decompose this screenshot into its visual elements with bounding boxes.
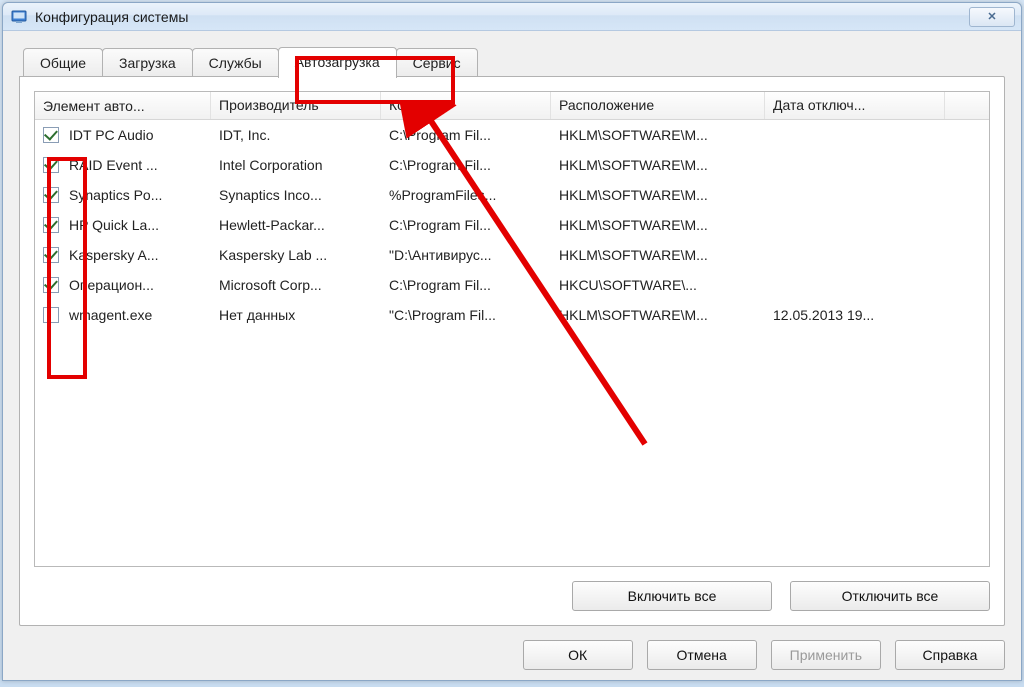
row-checkbox[interactable] (43, 157, 59, 173)
cell-item: RAID Event ... (35, 157, 211, 173)
cell-item-text: HP Quick La... (69, 217, 159, 233)
disable-all-button[interactable]: Отключить все (790, 581, 990, 611)
cell-cmd: C:\Program Fil... (381, 127, 551, 143)
cell-item: IDT PC Audio (35, 127, 211, 143)
close-icon: ✕ (987, 10, 996, 23)
tab-tools[interactable]: Сервис (396, 48, 478, 77)
help-button[interactable]: Справка (895, 640, 1005, 670)
cell-item-text: wmagent.exe (69, 307, 152, 323)
cell-item-text: RAID Event ... (69, 157, 158, 173)
close-button[interactable]: ✕ (969, 7, 1015, 27)
cell-loc: HKCU\SOFTWARE\... (551, 277, 765, 293)
cell-loc: HKLM\SOFTWARE\M... (551, 307, 765, 323)
tab-boot[interactable]: Загрузка (102, 48, 193, 77)
listview-rows: IDT PC AudioIDT, Inc.C:\Program Fil...HK… (35, 120, 989, 566)
row-checkbox[interactable] (43, 187, 59, 203)
row-checkbox[interactable] (43, 307, 59, 323)
cell-vendor: Microsoft Corp... (211, 277, 381, 293)
table-row[interactable]: RAID Event ... Intel CorporationC:\Progra… (35, 150, 989, 180)
cell-cmd: C:\Program Fil... (381, 157, 551, 173)
tab-services[interactable]: Службы (192, 48, 279, 77)
client-area: Общие Загрузка Службы Автозагрузка Серви… (3, 31, 1021, 680)
table-row[interactable]: HP Quick La... Hewlett-Packar...C:\Progra… (35, 210, 989, 240)
cell-vendor: Synaptics Inco... (211, 187, 381, 203)
col-head-vendor[interactable]: Производитель (211, 92, 381, 119)
tab-pane: Элемент авто... Производитель Команда Ра… (19, 76, 1005, 626)
cell-item: Операцион... (35, 277, 211, 293)
col-head-date[interactable]: Дата отключ... (765, 92, 945, 119)
row-checkbox[interactable] (43, 277, 59, 293)
cell-cmd: %ProgramFiles... (381, 187, 551, 203)
ok-button[interactable]: ОК (523, 640, 633, 670)
tab-general[interactable]: Общие (23, 48, 103, 77)
table-row[interactable]: wmagent.exe Нет данных"C:\Program Fil...H… (35, 300, 989, 330)
window-title: Конфигурация системы (35, 9, 969, 25)
cell-item-text: Kaspersky A... (69, 247, 158, 263)
cell-cmd: "C:\Program Fil... (381, 307, 551, 323)
msconfig-icon (11, 9, 27, 25)
row-checkbox[interactable] (43, 247, 59, 263)
cell-item: Kaspersky A... (35, 247, 211, 263)
dialog-button-row: ОК Отмена Применить Справка (19, 640, 1005, 670)
cell-cmd: C:\Program Fil... (381, 277, 551, 293)
cell-vendor: Hewlett-Packar... (211, 217, 381, 233)
enable-all-button[interactable]: Включить все (572, 581, 772, 611)
listview-header[interactable]: Элемент авто... Производитель Команда Ра… (35, 92, 989, 120)
enable-disable-row: Включить все Отключить все (34, 581, 990, 611)
row-checkbox[interactable] (43, 127, 59, 143)
col-head-location[interactable]: Расположение (551, 92, 765, 119)
cell-cmd: C:\Program Fil... (381, 217, 551, 233)
cell-vendor: IDT, Inc. (211, 127, 381, 143)
tab-strip: Общие Загрузка Службы Автозагрузка Серви… (23, 45, 1005, 76)
cell-vendor: Нет данных (211, 307, 381, 323)
table-row[interactable]: IDT PC Audio IDT, Inc.C:\Program Fil...HK… (35, 120, 989, 150)
apply-button[interactable]: Применить (771, 640, 881, 670)
cell-item-text: IDT PC Audio (69, 127, 154, 143)
cell-item-text: Операцион... (69, 277, 154, 293)
table-row[interactable]: Kaspersky A... Kaspersky Lab ..."D:\Антив… (35, 240, 989, 270)
row-checkbox[interactable] (43, 217, 59, 233)
cell-vendor: Intel Corporation (211, 157, 381, 173)
tab-startup[interactable]: Автозагрузка (278, 47, 397, 78)
col-head-item[interactable]: Элемент авто... (35, 92, 211, 119)
col-head-spacer (945, 92, 965, 119)
cell-vendor: Kaspersky Lab ... (211, 247, 381, 263)
startup-listview[interactable]: Элемент авто... Производитель Команда Ра… (34, 91, 990, 567)
table-row[interactable]: Synaptics Po... Synaptics Inco...%Program… (35, 180, 989, 210)
cell-loc: HKLM\SOFTWARE\M... (551, 247, 765, 263)
msconfig-window: Конфигурация системы ✕ Общие Загрузка Сл… (2, 2, 1022, 681)
cell-item-text: Synaptics Po... (69, 187, 162, 203)
cell-loc: HKLM\SOFTWARE\M... (551, 217, 765, 233)
cell-loc: HKLM\SOFTWARE\M... (551, 127, 765, 143)
titlebar[interactable]: Конфигурация системы ✕ (3, 3, 1021, 31)
col-head-command[interactable]: Команда (381, 92, 551, 119)
cancel-button[interactable]: Отмена (647, 640, 757, 670)
cell-cmd: "D:\Антивирус... (381, 247, 551, 263)
cell-item: HP Quick La... (35, 217, 211, 233)
cell-loc: HKLM\SOFTWARE\M... (551, 157, 765, 173)
cell-item: Synaptics Po... (35, 187, 211, 203)
cell-loc: HKLM\SOFTWARE\M... (551, 187, 765, 203)
cell-date: 12.05.2013 19... (765, 307, 945, 323)
table-row[interactable]: Операцион... Microsoft Corp...C:\Program … (35, 270, 989, 300)
cell-item: wmagent.exe (35, 307, 211, 323)
